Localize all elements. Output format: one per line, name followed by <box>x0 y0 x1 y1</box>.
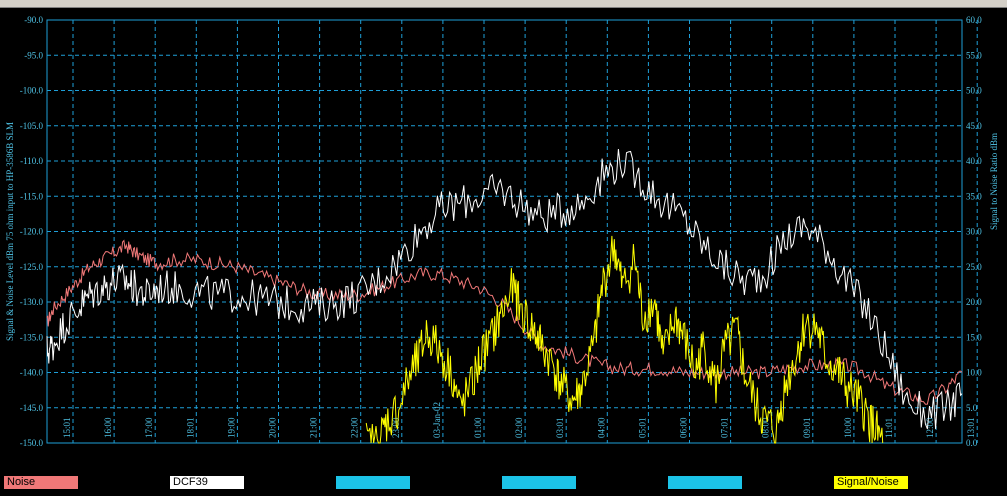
y-tick-label: -130.0 <box>20 297 44 307</box>
x-tick-label: 13:01 <box>966 417 976 438</box>
x-tick-label: 19:00 <box>226 417 236 438</box>
x-tick-label: 15:01 <box>62 417 72 438</box>
x-tick-label: 11:01 <box>884 418 894 438</box>
y2-tick-label: 25.0 <box>966 262 982 272</box>
y2-tick-label: 45.0 <box>966 121 982 131</box>
legend-item-blank-2 <box>502 476 576 489</box>
x-tick-label: 21:00 <box>309 417 319 438</box>
x-tick-label: 05:01 <box>637 417 647 438</box>
y2-tick-label: 50.0 <box>966 86 982 96</box>
y-tick-label: -140.0 <box>20 368 44 378</box>
x-tick-label: 17:00 <box>144 417 154 438</box>
top-strip-edge <box>0 7 1007 8</box>
y2-tick-label: 20.0 <box>966 297 982 307</box>
y-tick-label: -95.0 <box>24 50 43 60</box>
x-tick-label: 09:01 <box>802 417 812 438</box>
y-tick-label: -125.0 <box>20 262 44 272</box>
y2-axis-title: Signal to Noise Ratio dBm <box>989 133 999 230</box>
chart: -90.0 60.0 -95.0 55.0 -100.0 50.0 -105.0 45.0 -1… <box>0 0 1007 448</box>
y2-tick-label: 60.0 <box>966 15 982 25</box>
top-strip <box>0 0 1007 7</box>
legend-item-dcf39: DCF39 <box>170 476 244 489</box>
legend-item-blank-3 <box>668 476 742 489</box>
x-tick-label: 10:00 <box>843 417 853 438</box>
y2-tick-label: 30.0 <box>966 227 982 237</box>
y-tick-label: -120.0 <box>20 227 44 237</box>
y-axis-title: Signal & Noise Level dBm 75 ohm input to… <box>5 122 15 341</box>
x-tick-label: 18:01 <box>185 417 195 438</box>
legend-item-signal-noise: Signal/Noise <box>834 476 908 489</box>
x-tick-label: 20:00 <box>268 417 278 438</box>
y2-tick-label: 5.0 <box>966 403 978 413</box>
series-line-dcf39 <box>46 148 963 430</box>
y2-tick-label: 55.0 <box>966 50 982 60</box>
y-tick-label: -115.0 <box>20 191 43 201</box>
y2-tick-label: 15.0 <box>966 332 982 342</box>
y-tick-label: -90.0 <box>24 15 43 25</box>
y-tick-label: -100.0 <box>20 86 44 96</box>
x-tick-label: 02:00 <box>514 417 524 438</box>
y-tick-label: -110.0 <box>20 156 43 166</box>
x-tick-label: 07:01 <box>720 417 730 438</box>
x-tick-label: 22:00 <box>350 417 360 438</box>
y-tick-label: -145.0 <box>20 403 44 413</box>
legend-item-noise: Noise <box>4 476 78 489</box>
legend-item-blank-1 <box>336 476 410 489</box>
x-tick-label: 04:00 <box>596 417 606 438</box>
y2-tick-label: 0.0 <box>966 438 978 448</box>
y-tick-label: -135.0 <box>20 332 44 342</box>
y2-tick-label: 35.0 <box>966 191 982 201</box>
x-tick-label: 16:00 <box>103 417 113 438</box>
x-tick-label: 01:00 <box>473 417 483 438</box>
y-tick-label: -150.0 <box>20 438 44 448</box>
y-tick-label: -105.0 <box>20 121 44 131</box>
series-line-noise <box>46 239 963 405</box>
x-tick-label: 03-Jan-02 <box>432 402 442 438</box>
x-tick-label: 03:01 <box>555 417 565 438</box>
x-tick-label: 06:00 <box>679 417 689 438</box>
y2-tick-label: 40.0 <box>966 156 982 166</box>
y2-tick-label: 10.0 <box>966 368 982 378</box>
